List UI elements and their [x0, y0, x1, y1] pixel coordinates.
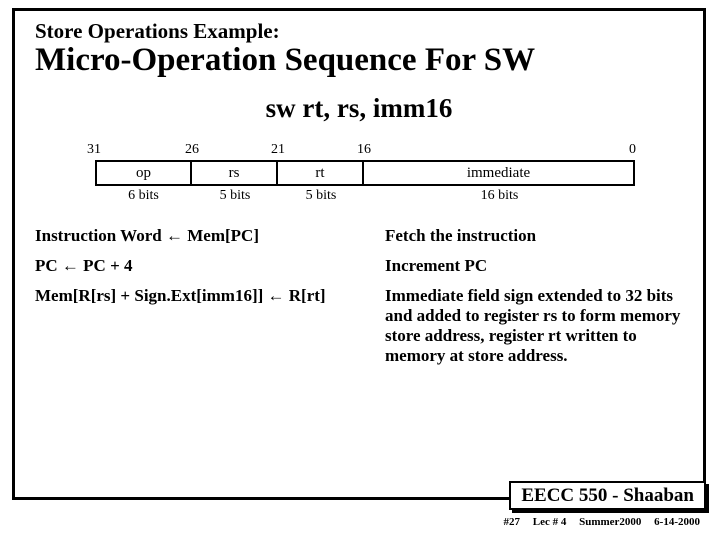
uop-text: R[rt]: [285, 286, 326, 305]
width-immediate: 16 bits: [364, 188, 635, 204]
field-immediate: immediate: [364, 160, 635, 186]
course-box: EECC 550 - Shaaban: [509, 481, 706, 510]
date: 6-14-2000: [654, 516, 700, 528]
slide-subtitle: Store Operations Example:: [35, 19, 683, 44]
uop-desc: Immediate field sign extended to 32 bits…: [385, 286, 683, 366]
slide-number: #27: [503, 516, 520, 528]
uop-row-store: Mem[R[rs] + Sign.Ext[imm16]] ← R[rt] Imm…: [35, 286, 683, 366]
uop-text: PC + 4: [79, 256, 133, 275]
slide-frame: Store Operations Example: Micro-Operatio…: [12, 8, 706, 500]
uop-row-fetch: Instruction Word ← Mem[PC] Fetch the ins…: [35, 226, 683, 246]
uop-desc: Fetch the instruction: [385, 226, 683, 246]
slide-title: Micro-Operation Sequence For SW: [35, 42, 683, 79]
uop-row-incr: PC ← PC + 4 Increment PC: [35, 256, 683, 276]
uop-text: Instruction Word: [35, 226, 166, 245]
bitfield-fields: op rs rt immediate: [95, 160, 635, 186]
width-rt: 5 bits: [278, 188, 364, 204]
left-arrow-icon: ←: [166, 226, 183, 245]
micro-operations: Instruction Word ← Mem[PC] Fetch the ins…: [35, 226, 683, 366]
term: Summer2000: [579, 516, 641, 528]
bitfield-diagram: 31 26 21 16 0 op rs rt immediate 6 bits …: [95, 142, 663, 204]
slide-meta: #27 Lec # 4 Summer2000 6-14-2000: [493, 516, 700, 528]
field-op: op: [95, 160, 192, 186]
uop-expr: PC ← PC + 4: [35, 256, 385, 276]
uop-text: PC: [35, 256, 62, 275]
bitpos-26: 26: [185, 142, 199, 158]
bitfield-widths: 6 bits 5 bits 5 bits 16 bits: [95, 188, 635, 204]
lecture-number: Lec # 4: [533, 516, 567, 528]
field-rt: rt: [278, 160, 364, 186]
uop-expr: Instruction Word ← Mem[PC]: [35, 226, 385, 246]
instruction-mnemonic: sw rt, rs, imm16: [35, 93, 683, 124]
bitpos-31: 31: [87, 142, 101, 158]
left-arrow-icon: ←: [268, 286, 285, 305]
field-rs: rs: [192, 160, 278, 186]
uop-text: Mem[R[rs] + Sign.Ext[imm16]]: [35, 286, 268, 305]
width-rs: 5 bits: [192, 188, 278, 204]
bitpos-16: 16: [357, 142, 371, 158]
uop-text: Mem[PC]: [183, 226, 259, 245]
uop-desc: Increment PC: [385, 256, 683, 276]
bitpos-0: 0: [629, 142, 636, 158]
uop-expr: Mem[R[rs] + Sign.Ext[imm16]] ← R[rt]: [35, 286, 385, 366]
bitpos-21: 21: [271, 142, 285, 158]
bitfield-positions: 31 26 21 16 0: [95, 142, 663, 160]
width-op: 6 bits: [95, 188, 192, 204]
left-arrow-icon: ←: [62, 256, 79, 275]
